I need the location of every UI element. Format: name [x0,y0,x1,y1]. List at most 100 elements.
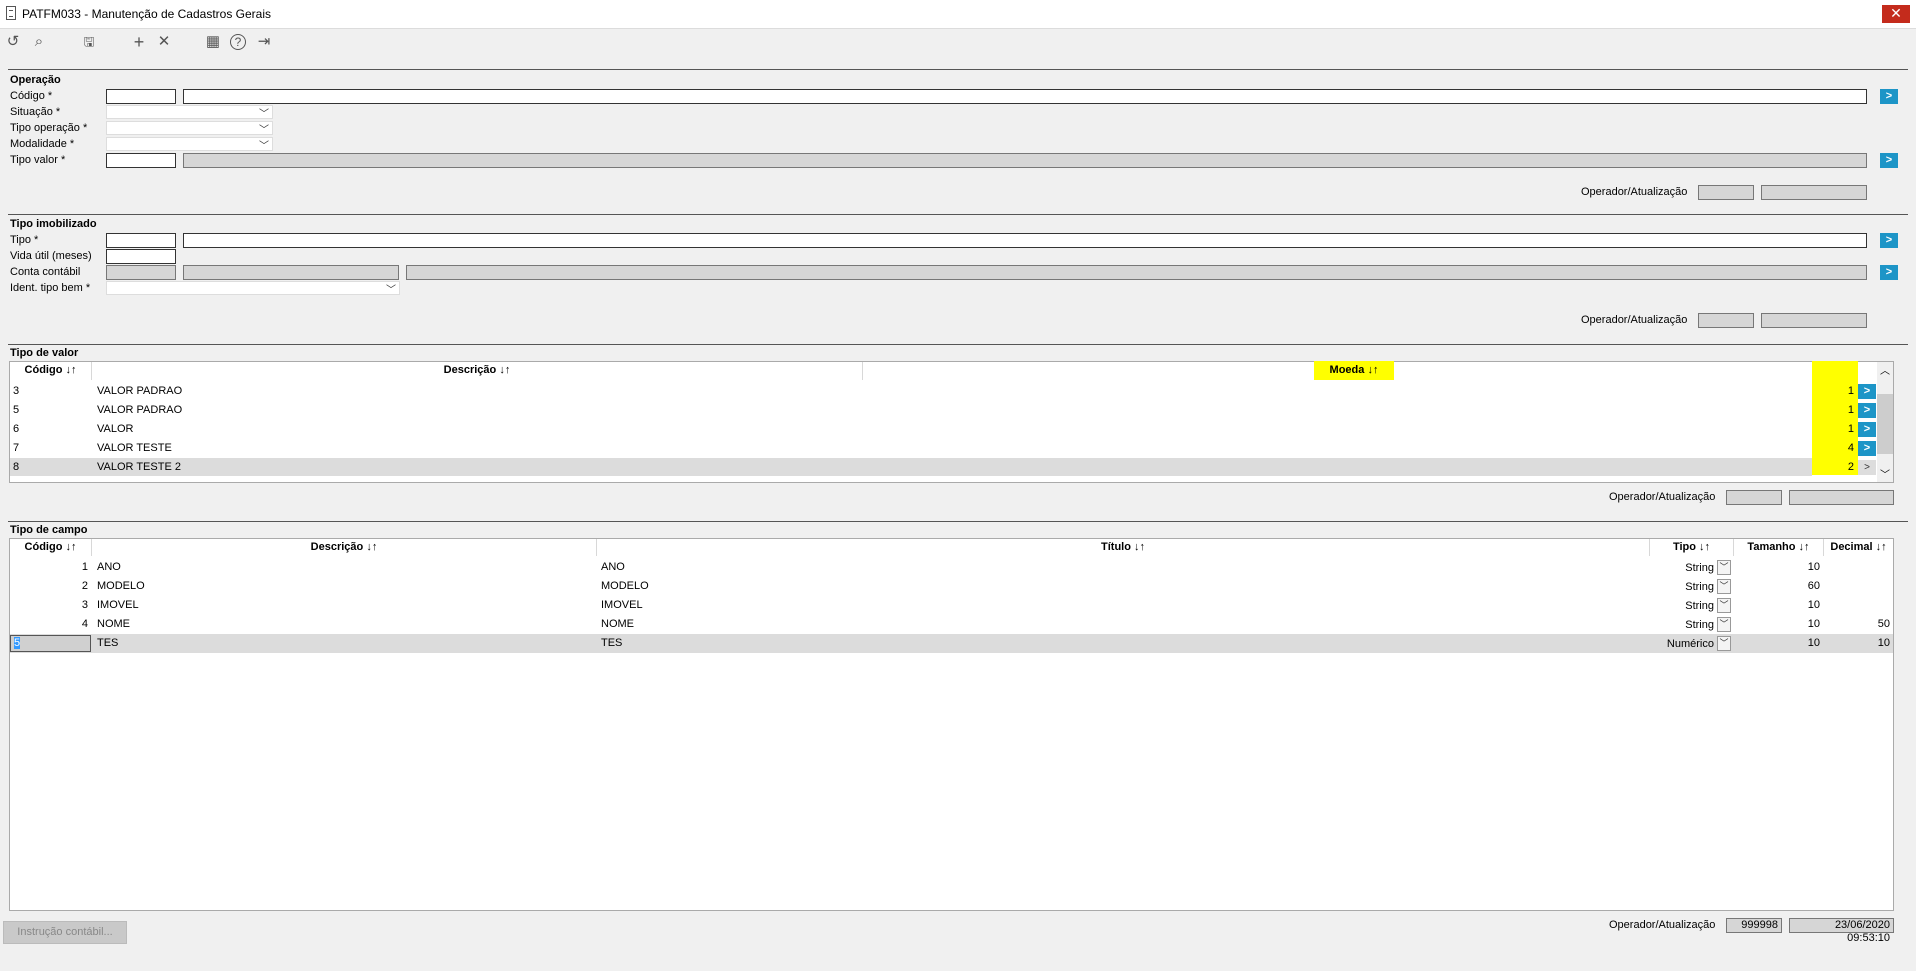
titulo-cell: NOME [601,618,634,630]
help-icon[interactable]: ? [230,34,246,50]
descricao-cell: TES [97,637,119,649]
ident-tipo-bem-select[interactable]: ﹀ [106,281,400,296]
tipo-description-input[interactable] [183,233,1867,248]
ident-tipo-bem-label: Ident. tipo bem * [10,282,91,294]
descricao-cell: NOME [97,618,130,630]
section-title-operacao: Operação [10,74,61,86]
descricao-cell: VALOR TESTE [97,442,172,454]
situacao-select[interactable]: ﹀ [106,105,273,120]
row-detail-button[interactable]: > [1858,403,1876,418]
instrucao-contabil-button[interactable]: Instrução contábil... [3,921,127,944]
scroll-down-icon[interactable]: ﹀ [1880,466,1890,481]
window-title: PATFM033 - Manutenção de Cadastros Gerai… [22,7,271,21]
operador-label-operacao: Operador/Atualização [1581,186,1688,198]
column-header-tipo[interactable]: Tipo ↓↑ [1650,541,1733,553]
tipo-cell: String [1685,619,1714,631]
column-header-codigo[interactable]: Código ↓↑ [10,364,91,376]
tipo-valor-input[interactable] [106,153,176,168]
operador-field-footer: 999998 [1726,918,1782,933]
search-icon[interactable]: ⌕ [30,33,48,51]
section-divider [8,69,1908,70]
atualizacao-field-operacao [1761,185,1867,200]
moeda-cell: 2 [1847,461,1854,473]
tipo-valor-lookup-button[interactable]: > [1880,153,1898,168]
column-divider [862,362,863,380]
descricao-cell: ANO [97,561,121,573]
operador-label-imobilizado: Operador/Atualização [1581,314,1688,326]
section-title-tipo-imobilizado: Tipo imobilizado [10,218,97,230]
titulo-cell: ANO [601,561,625,573]
codigo-cell: 4 [81,618,88,630]
descricao-cell: VALOR PADRAO [97,385,183,397]
app-icon [6,6,16,20]
column-header-codigo[interactable]: Código ↓↑ [10,541,91,553]
conta-contabil-label: Conta contábil [10,266,81,278]
selected-row-background [10,458,1812,476]
vida-util-input[interactable] [106,249,176,264]
operador-label-tipo-valor: Operador/Atualização [1609,491,1716,503]
scrollbar-thumb[interactable] [1877,394,1893,454]
codigo-edit-input[interactable]: 5 [10,635,91,652]
tipo-lookup-button[interactable]: > [1880,233,1898,248]
codigo-cell: 2 [81,580,88,592]
section-title-tipo-valor: Tipo de valor [10,347,79,359]
column-header-titulo[interactable]: Título ↓↑ [597,541,1649,553]
delete-icon[interactable]: ✕ [155,33,173,51]
codigo-cell: 3 [81,599,88,611]
row-detail-button[interactable]: > [1858,460,1876,475]
exit-icon[interactable]: ⇥ [255,33,273,51]
tipo-cell: String [1685,600,1714,612]
tamanho-cell: 60 [1807,580,1820,592]
codigo-cell: 5 [13,404,20,416]
titulo-cell: TES [601,637,623,649]
add-icon[interactable]: + [130,33,148,51]
conta-contabil-mask [183,265,399,280]
column-header-descricao[interactable]: Descrição ↓↑ [92,541,596,553]
titulo-cell: IMOVEL [601,599,643,611]
tipo-dropdown-button[interactable]: ﹀ [1717,598,1731,613]
conta-contabil-lookup-button[interactable]: > [1880,265,1898,280]
operador-field-operacao [1698,185,1754,200]
codigo-cell: 1 [81,561,88,573]
moeda-cell: 1 [1847,423,1854,435]
situacao-label: Situação * [10,106,61,118]
tipo-dropdown-button[interactable]: ﹀ [1717,560,1731,575]
tipo-operacao-select[interactable]: ﹀ [106,121,273,136]
window-titlebar: PATFM033 - Manutenção de Cadastros Gerai… [0,0,1916,29]
column-header-descricao[interactable]: Descrição ↓↑ [92,364,862,376]
modalidade-select[interactable]: ﹀ [106,137,273,152]
calendar-icon[interactable]: ▦ [204,33,222,51]
decimal-cell: 10 [1877,637,1890,649]
descricao-cell: VALOR TESTE 2 [97,461,181,473]
row-detail-button[interactable]: > [1858,422,1876,437]
conta-contabil-description [406,265,1867,280]
tipo-input[interactable] [106,233,176,248]
moeda-cell: 1 [1847,404,1854,416]
codigo-description-input[interactable] [183,89,1867,104]
selected-row-background [10,634,1893,653]
codigo-label: Código * [10,90,53,102]
chevron-down-icon: ﹀ [259,109,269,120]
vertical-scrollbar[interactable]: ︿ ﹀ [1877,362,1893,482]
column-header-moeda[interactable]: Moeda ↓↑ [1314,364,1394,376]
row-detail-button[interactable]: > [1858,384,1876,399]
save-icon[interactable]: 🖫 [80,33,98,51]
codigo-lookup-button[interactable]: > [1880,89,1898,104]
tamanho-cell: 10 [1807,561,1820,573]
tipo-dropdown-button[interactable]: ﹀ [1717,636,1731,651]
tipo-cell: String [1685,562,1714,574]
section-divider [8,344,1908,345]
tipo-dropdown-button[interactable]: ﹀ [1717,579,1731,594]
tamanho-cell: 10 [1807,618,1820,630]
codigo-input[interactable] [106,89,176,104]
column-header-decimal[interactable]: Decimal ↓↑ [1824,541,1893,553]
column-header-tamanho[interactable]: Tamanho ↓↑ [1734,541,1823,553]
moeda-cell: 1 [1847,385,1854,397]
tipo-dropdown-button[interactable]: ﹀ [1717,617,1731,632]
window-close-button[interactable]: ✕ [1882,5,1910,23]
codigo-cell: 3 [13,385,20,397]
moeda-column-highlight [1812,361,1858,475]
refresh-icon[interactable]: ↺ [4,33,22,51]
row-detail-button[interactable]: > [1858,441,1876,456]
scroll-up-icon[interactable]: ︿ [1880,362,1890,377]
